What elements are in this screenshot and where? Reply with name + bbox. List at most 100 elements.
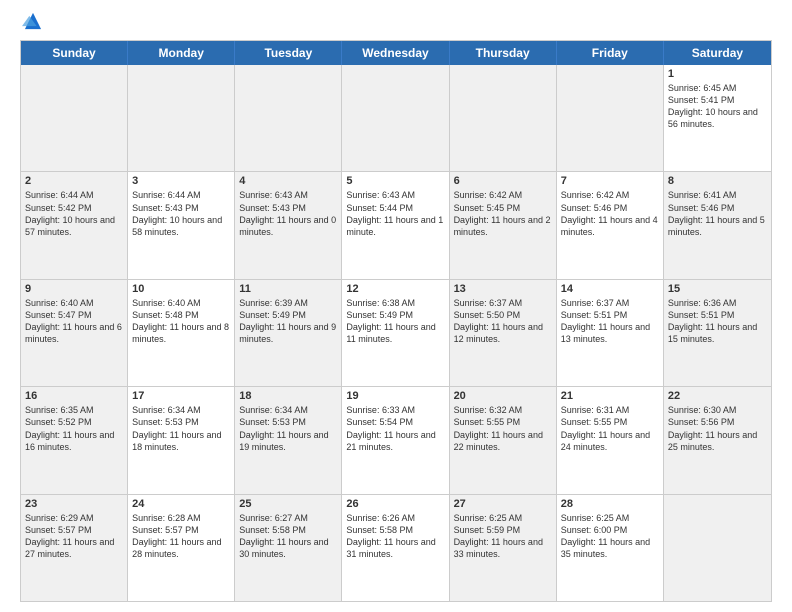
day-number: 27 — [454, 498, 552, 510]
calendar-cell — [21, 65, 128, 171]
day-info: Sunrise: 6:43 AM Sunset: 5:43 PM Dayligh… — [239, 189, 337, 238]
day-number: 26 — [346, 498, 444, 510]
day-number: 1 — [668, 68, 767, 80]
calendar-cell: 12 Sunrise: 6:38 AM Sunset: 5:49 PM Dayli… — [342, 280, 449, 386]
calendar-cell: 18 Sunrise: 6:34 AM Sunset: 5:53 PM Dayli… — [235, 387, 342, 493]
calendar-cell: 24 Sunrise: 6:28 AM Sunset: 5:57 PM Dayli… — [128, 495, 235, 601]
day-info: Sunrise: 6:40 AM Sunset: 5:47 PM Dayligh… — [25, 297, 123, 346]
calendar-row: 9 Sunrise: 6:40 AM Sunset: 5:47 PM Daylig… — [21, 279, 771, 386]
day-number: 28 — [561, 498, 659, 510]
day-info: Sunrise: 6:34 AM Sunset: 5:53 PM Dayligh… — [132, 404, 230, 453]
calendar-cell: 23 Sunrise: 6:29 AM Sunset: 5:57 PM Dayli… — [21, 495, 128, 601]
day-info: Sunrise: 6:44 AM Sunset: 5:42 PM Dayligh… — [25, 189, 123, 238]
day-info: Sunrise: 6:27 AM Sunset: 5:58 PM Dayligh… — [239, 512, 337, 561]
day-info: Sunrise: 6:28 AM Sunset: 5:57 PM Dayligh… — [132, 512, 230, 561]
calendar-cell: 19 Sunrise: 6:33 AM Sunset: 5:54 PM Dayli… — [342, 387, 449, 493]
day-number: 13 — [454, 283, 552, 295]
day-info: Sunrise: 6:26 AM Sunset: 5:58 PM Dayligh… — [346, 512, 444, 561]
day-number: 17 — [132, 390, 230, 402]
calendar-cell: 28 Sunrise: 6:25 AM Sunset: 6:00 PM Dayli… — [557, 495, 664, 601]
calendar-cell — [342, 65, 449, 171]
day-info: Sunrise: 6:45 AM Sunset: 5:41 PM Dayligh… — [668, 82, 767, 131]
calendar-cell: 22 Sunrise: 6:30 AM Sunset: 5:56 PM Dayli… — [664, 387, 771, 493]
calendar-cell: 8 Sunrise: 6:41 AM Sunset: 5:46 PM Daylig… — [664, 172, 771, 278]
calendar-cell: 27 Sunrise: 6:25 AM Sunset: 5:59 PM Dayli… — [450, 495, 557, 601]
day-number: 15 — [668, 283, 767, 295]
day-number: 23 — [25, 498, 123, 510]
calendar-header-cell: Friday — [557, 41, 664, 65]
calendar-cell: 5 Sunrise: 6:43 AM Sunset: 5:44 PM Daylig… — [342, 172, 449, 278]
calendar-cell: 13 Sunrise: 6:37 AM Sunset: 5:50 PM Dayli… — [450, 280, 557, 386]
header — [20, 16, 772, 32]
logo-icon — [22, 10, 44, 32]
day-info: Sunrise: 6:42 AM Sunset: 5:46 PM Dayligh… — [561, 189, 659, 238]
day-number: 20 — [454, 390, 552, 402]
calendar-header-cell: Wednesday — [342, 41, 449, 65]
calendar-cell: 1 Sunrise: 6:45 AM Sunset: 5:41 PM Daylig… — [664, 65, 771, 171]
day-info: Sunrise: 6:43 AM Sunset: 5:44 PM Dayligh… — [346, 189, 444, 238]
calendar: SundayMondayTuesdayWednesdayThursdayFrid… — [20, 40, 772, 602]
day-info: Sunrise: 6:31 AM Sunset: 5:55 PM Dayligh… — [561, 404, 659, 453]
calendar-cell — [235, 65, 342, 171]
day-number: 7 — [561, 175, 659, 187]
day-info: Sunrise: 6:40 AM Sunset: 5:48 PM Dayligh… — [132, 297, 230, 346]
calendar-header-cell: Saturday — [664, 41, 771, 65]
calendar-cell: 11Sunrise: 6:39 AM Sunset: 5:49 PM Dayli… — [235, 280, 342, 386]
calendar-cell: 7 Sunrise: 6:42 AM Sunset: 5:46 PM Daylig… — [557, 172, 664, 278]
day-number: 12 — [346, 283, 444, 295]
page: SundayMondayTuesdayWednesdayThursdayFrid… — [0, 0, 792, 612]
calendar-row: 2 Sunrise: 6:44 AM Sunset: 5:42 PM Daylig… — [21, 171, 771, 278]
calendar-body: 1 Sunrise: 6:45 AM Sunset: 5:41 PM Daylig… — [21, 65, 771, 601]
day-number: 10 — [132, 283, 230, 295]
day-number: 16 — [25, 390, 123, 402]
day-number: 4 — [239, 175, 337, 187]
calendar-cell: 3 Sunrise: 6:44 AM Sunset: 5:43 PM Daylig… — [128, 172, 235, 278]
day-info: Sunrise: 6:25 AM Sunset: 6:00 PM Dayligh… — [561, 512, 659, 561]
calendar-header-cell: Thursday — [450, 41, 557, 65]
day-number: 22 — [668, 390, 767, 402]
day-info: Sunrise: 6:44 AM Sunset: 5:43 PM Dayligh… — [132, 189, 230, 238]
logo — [20, 20, 44, 32]
day-info: Sunrise: 6:41 AM Sunset: 5:46 PM Dayligh… — [668, 189, 767, 238]
day-number: 18 — [239, 390, 337, 402]
day-number: 14 — [561, 283, 659, 295]
day-number: 24 — [132, 498, 230, 510]
day-info: Sunrise: 6:42 AM Sunset: 5:45 PM Dayligh… — [454, 189, 552, 238]
calendar-row: 1 Sunrise: 6:45 AM Sunset: 5:41 PM Daylig… — [21, 65, 771, 171]
calendar-cell: 16Sunrise: 6:35 AM Sunset: 5:52 PM Dayli… — [21, 387, 128, 493]
calendar-cell — [664, 495, 771, 601]
day-info: Sunrise: 6:30 AM Sunset: 5:56 PM Dayligh… — [668, 404, 767, 453]
day-number: 3 — [132, 175, 230, 187]
day-number: 5 — [346, 175, 444, 187]
day-number: 8 — [668, 175, 767, 187]
day-number: 25 — [239, 498, 337, 510]
calendar-header-cell: Sunday — [21, 41, 128, 65]
day-info: Sunrise: 6:25 AM Sunset: 5:59 PM Dayligh… — [454, 512, 552, 561]
day-number: 2 — [25, 175, 123, 187]
calendar-cell: 20Sunrise: 6:32 AM Sunset: 5:55 PM Dayli… — [450, 387, 557, 493]
day-info: Sunrise: 6:29 AM Sunset: 5:57 PM Dayligh… — [25, 512, 123, 561]
calendar-row: 16Sunrise: 6:35 AM Sunset: 5:52 PM Dayli… — [21, 386, 771, 493]
day-info: Sunrise: 6:33 AM Sunset: 5:54 PM Dayligh… — [346, 404, 444, 453]
day-number: 11 — [239, 283, 337, 295]
calendar-header-row: SundayMondayTuesdayWednesdayThursdayFrid… — [21, 41, 771, 65]
day-number: 6 — [454, 175, 552, 187]
day-number: 9 — [25, 283, 123, 295]
day-number: 19 — [346, 390, 444, 402]
calendar-cell — [450, 65, 557, 171]
calendar-cell — [128, 65, 235, 171]
calendar-cell — [557, 65, 664, 171]
calendar-cell: 9 Sunrise: 6:40 AM Sunset: 5:47 PM Daylig… — [21, 280, 128, 386]
day-info: Sunrise: 6:34 AM Sunset: 5:53 PM Dayligh… — [239, 404, 337, 453]
calendar-cell: 2 Sunrise: 6:44 AM Sunset: 5:42 PM Daylig… — [21, 172, 128, 278]
calendar-header-cell: Monday — [128, 41, 235, 65]
calendar-cell: 25 Sunrise: 6:27 AM Sunset: 5:58 PM Dayli… — [235, 495, 342, 601]
day-info: Sunrise: 6:37 AM Sunset: 5:50 PM Dayligh… — [454, 297, 552, 346]
calendar-header-cell: Tuesday — [235, 41, 342, 65]
calendar-row: 23 Sunrise: 6:29 AM Sunset: 5:57 PM Dayli… — [21, 494, 771, 601]
day-info: Sunrise: 6:38 AM Sunset: 5:49 PM Dayligh… — [346, 297, 444, 346]
calendar-cell: 15Sunrise: 6:36 AM Sunset: 5:51 PM Dayli… — [664, 280, 771, 386]
calendar-cell: 17 Sunrise: 6:34 AM Sunset: 5:53 PM Dayli… — [128, 387, 235, 493]
day-number: 21 — [561, 390, 659, 402]
calendar-cell: 21 Sunrise: 6:31 AM Sunset: 5:55 PM Dayli… — [557, 387, 664, 493]
